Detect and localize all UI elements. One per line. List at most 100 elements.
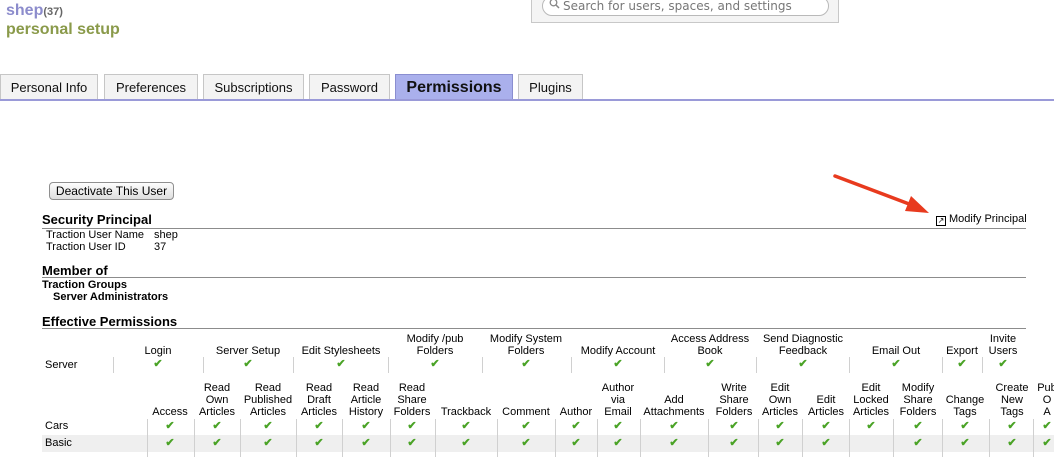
column-divider [342, 419, 343, 457]
check-icon: ✔ [866, 420, 876, 432]
column-divider [758, 419, 759, 457]
space-row-label[interactable]: Cars [45, 420, 68, 432]
check-icon: ✔ [669, 420, 679, 432]
check-icon: ✔ [960, 420, 970, 432]
deactivate-user-button[interactable]: Deactivate This User [49, 182, 174, 200]
server-permission-header: Invite Users [988, 333, 1018, 357]
server-permission-header: Server Setup [215, 345, 281, 357]
column-divider [555, 419, 556, 457]
check-icon: ✔ [243, 358, 253, 370]
check-icon: ✔ [165, 437, 175, 449]
check-icon: ✔ [407, 437, 417, 449]
user-name-value: shep [154, 229, 178, 241]
server-permission-header: Modify Account [580, 345, 656, 357]
check-icon: ✔ [361, 437, 371, 449]
search-bar [531, 0, 839, 23]
check-icon: ✔ [521, 420, 531, 432]
check-icon: ✔ [314, 437, 324, 449]
check-icon: ✔ [521, 437, 531, 449]
search-input[interactable] [563, 0, 823, 14]
check-icon: ✔ [729, 437, 739, 449]
space-permission-header: Write Share Folders [715, 382, 753, 418]
check-icon: ✔ [430, 358, 440, 370]
column-divider [802, 419, 803, 457]
column-divider [240, 419, 241, 457]
security-principal-heading: Security Principal [42, 212, 152, 227]
check-icon: ✔ [821, 437, 831, 449]
check-icon: ✔ [1042, 420, 1052, 432]
check-icon: ✔ [521, 358, 531, 370]
column-divider [293, 357, 294, 373]
column-divider [708, 419, 709, 457]
check-icon: ✔ [613, 420, 623, 432]
tab-plugins[interactable]: Plugins [518, 74, 583, 100]
check-icon: ✔ [571, 420, 581, 432]
page-subtitle: personal setup [6, 21, 120, 38]
column-divider [893, 419, 894, 457]
space-permission-header: Edit Articles [807, 394, 845, 418]
check-icon: ✔ [957, 358, 967, 370]
effective-permissions-heading: Effective Permissions [42, 314, 178, 329]
space-permission-header: Author [559, 406, 593, 418]
tab-subscriptions[interactable]: Subscriptions [203, 74, 304, 100]
check-icon: ✔ [1042, 437, 1052, 449]
check-icon: ✔ [212, 420, 222, 432]
check-icon: ✔ [336, 358, 346, 370]
column-divider [296, 419, 297, 457]
column-divider [194, 419, 195, 457]
search-box[interactable] [542, 0, 829, 16]
tab-personal-info[interactable]: Personal Info [0, 74, 98, 100]
check-icon: ✔ [913, 420, 923, 432]
username[interactable]: shep [6, 2, 43, 19]
space-permission-header: Edit Locked Articles [852, 382, 890, 418]
space-permission-header: Read Own Articles [198, 382, 236, 418]
server-permission-header: Login [144, 345, 172, 357]
column-divider [147, 419, 148, 457]
group-item[interactable]: Server Administrators [53, 291, 168, 303]
column-divider [982, 357, 983, 373]
modify-principal-link[interactable]: ↗ Modify Principal [936, 213, 1027, 226]
column-divider [989, 419, 990, 457]
check-icon: ✔ [729, 420, 739, 432]
column-divider [113, 357, 114, 373]
user-count: (37) [43, 6, 63, 18]
space-permission-header: Author via Email [601, 382, 635, 418]
check-icon: ✔ [998, 358, 1008, 370]
check-icon: ✔ [705, 358, 715, 370]
column-divider [849, 357, 850, 373]
server-permission-header: Modify /pub Folders [406, 333, 464, 357]
user-id-value: 37 [154, 241, 167, 253]
space-permission-header: Read Draft Articles [300, 382, 338, 418]
tab-divider [0, 99, 1054, 101]
column-divider [640, 419, 641, 457]
search-icon [549, 0, 560, 12]
space-permission-header: Comment [502, 406, 550, 418]
space-permission-header: Trackback [440, 406, 492, 418]
check-icon: ✔ [212, 437, 222, 449]
check-icon: ✔ [775, 420, 785, 432]
tab-preferences[interactable]: Preferences [104, 74, 198, 100]
column-divider [756, 357, 757, 373]
server-permission-header: Send Diagnostic Feedback [762, 333, 844, 357]
check-icon: ✔ [960, 437, 970, 449]
member-of-heading: Member of [42, 263, 108, 278]
column-divider [435, 419, 436, 457]
column-divider [1033, 419, 1034, 457]
server-permission-header: Export [946, 345, 978, 357]
check-icon: ✔ [314, 420, 324, 432]
user-name-label: Traction User Name [46, 229, 145, 241]
check-icon: ✔ [461, 420, 471, 432]
server-permission-header: Access Address Book [670, 333, 750, 357]
column-divider [664, 357, 665, 373]
column-divider [390, 419, 391, 457]
tab-password[interactable]: Password [309, 74, 390, 100]
check-icon: ✔ [913, 437, 923, 449]
header-user: shep(37) [6, 2, 63, 20]
check-icon: ✔ [613, 437, 623, 449]
check-icon: ✔ [165, 420, 175, 432]
server-permission-header: Modify System Folders [489, 333, 563, 357]
space-permission-header: Access [152, 406, 188, 418]
check-icon: ✔ [263, 420, 273, 432]
space-row-label[interactable]: Basic [45, 437, 72, 449]
tab-permissions[interactable]: Permissions [395, 74, 513, 100]
